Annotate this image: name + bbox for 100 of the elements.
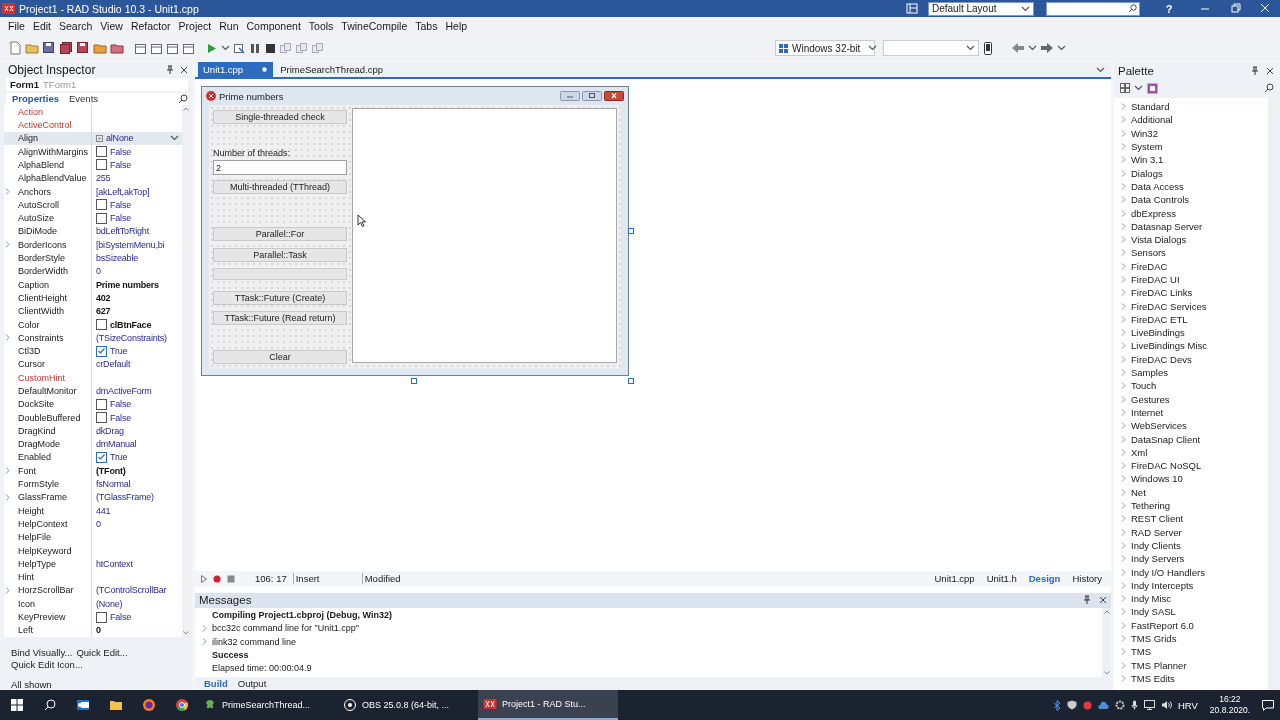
- stop-icon[interactable]: [264, 41, 276, 55]
- property-value[interactable]: False: [110, 399, 131, 410]
- property-row[interactable]: Enabled True: [4, 450, 182, 465]
- microphone-icon[interactable]: [1130, 700, 1138, 710]
- object-selector[interactable]: Form1 TForm1: [6, 78, 188, 91]
- folder-icon[interactable]: [108, 698, 123, 712]
- shield-icon[interactable]: [1066, 700, 1077, 710]
- property-row[interactable]: Hint: [4, 570, 182, 584]
- clock[interactable]: 16:22 20.8.2020.: [1209, 694, 1250, 716]
- palette-category[interactable]: FireDAC UI: [1120, 272, 1268, 287]
- palette-category[interactable]: RAD Server: [1120, 525, 1268, 539]
- palette-category[interactable]: Indy Clients: [1120, 538, 1268, 553]
- save-all-icon[interactable]: [59, 41, 73, 55]
- property-row[interactable]: BiDiMode bdLeftToRight: [4, 224, 182, 239]
- menu-item[interactable]: TwineCompile: [337, 20, 412, 32]
- network-icon[interactable]: [1143, 700, 1155, 710]
- palette-category[interactable]: Data Controls: [1120, 193, 1268, 207]
- run-icon[interactable]: [205, 41, 218, 55]
- window-icon[interactable]: [150, 41, 163, 55]
- menu-item[interactable]: Project: [174, 20, 216, 32]
- link[interactable]: Bind Visually...: [11, 647, 73, 658]
- property-row[interactable]: Icon (None): [4, 597, 182, 611]
- editor-tab[interactable]: Unit1.cpp: [198, 62, 274, 77]
- view-tab[interactable]: Unit1.h: [983, 573, 1020, 584]
- menu-item[interactable]: Edit: [28, 20, 55, 32]
- view-tab[interactable]: Unit1.cpp: [931, 573, 978, 584]
- form-button[interactable]: Parallel::Task: [213, 248, 347, 262]
- scrollbar[interactable]: [1268, 98, 1276, 690]
- browser-icon[interactable]: [174, 698, 189, 712]
- messages-tab[interactable]: Build: [201, 678, 231, 689]
- property-row[interactable]: Action: [4, 105, 182, 119]
- inspector-tab[interactable]: Properties: [8, 93, 63, 105]
- palette-category[interactable]: Indy I/O Handlers: [1120, 565, 1268, 579]
- palette-category[interactable]: DataSnap Client: [1120, 432, 1268, 446]
- property-row[interactable]: Constraints (TSizeConstraints): [4, 331, 182, 345]
- component-icon[interactable]: [1147, 82, 1158, 94]
- property-row[interactable]: AutoScroll False: [4, 198, 182, 212]
- palette-category[interactable]: TMS Planner: [1120, 658, 1268, 672]
- layout-icon[interactable]: [906, 3, 918, 14]
- link[interactable]: Quick Edit Icon...: [11, 659, 186, 670]
- pin-icon[interactable]: [1083, 595, 1091, 605]
- palette-category[interactable]: Win32: [1120, 126, 1268, 140]
- palette-category[interactable]: Samples: [1120, 365, 1268, 380]
- window-icon[interactable]: [166, 41, 179, 55]
- view-tab[interactable]: Design: [1025, 573, 1064, 584]
- save-icon[interactable]: [76, 41, 90, 55]
- menu-item[interactable]: Search: [55, 20, 97, 32]
- palette-category[interactable]: FireDAC: [1120, 259, 1268, 273]
- maximize-icon[interactable]: [582, 91, 602, 101]
- palette-category[interactable]: FireDAC NoSQL: [1120, 459, 1268, 473]
- palette-category[interactable]: Net: [1120, 485, 1268, 499]
- selection-handle[interactable]: [628, 228, 634, 234]
- property-value[interactable]: False: [110, 159, 131, 170]
- mail-app-icon[interactable]: [75, 698, 90, 712]
- property-row[interactable]: AlphaBlendValue 255: [4, 171, 182, 185]
- window-icon[interactable]: [182, 41, 195, 55]
- editor-tab[interactable]: PrimeSearchThread.cpp: [275, 62, 389, 77]
- palette-category[interactable]: FireDAC ETL: [1120, 312, 1268, 327]
- taskbar-app[interactable]: PrimeSearchThread...: [198, 690, 338, 720]
- palette-category[interactable]: Indy Misc: [1120, 592, 1268, 606]
- checkbox[interactable]: [96, 611, 107, 623]
- property-row[interactable]: DockSite False: [4, 397, 182, 411]
- property-row[interactable]: ActiveControl: [4, 118, 182, 132]
- step-icon[interactable]: [233, 41, 246, 55]
- close-icon[interactable]: [1266, 67, 1274, 75]
- palette-category[interactable]: FastReport 6.0: [1120, 618, 1268, 632]
- palette-category[interactable]: Gestures: [1120, 392, 1268, 406]
- checkbox[interactable]: [96, 452, 107, 463]
- property-row[interactable]: DefaultMonitor dmActiveForm: [4, 384, 182, 398]
- record-icon[interactable]: [1082, 700, 1092, 710]
- property-row[interactable]: BorderWidth 0: [4, 264, 182, 278]
- property-row[interactable]: HelpFile: [4, 530, 182, 544]
- folder-icon[interactable]: [110, 41, 124, 55]
- form-button[interactable]: TTask::Future (Read return): [213, 311, 347, 325]
- property-value[interactable]: False: [110, 612, 131, 623]
- grid-view-icon[interactable]: [1120, 83, 1130, 93]
- checkbox[interactable]: [96, 412, 107, 424]
- link[interactable]: Quick Edit...: [76, 647, 128, 658]
- menu-item[interactable]: Refactor: [126, 20, 175, 32]
- messages-tab[interactable]: Output: [234, 678, 270, 689]
- input-field[interactable]: 2: [213, 160, 347, 175]
- bluetooth-icon[interactable]: [1052, 699, 1061, 711]
- form-button[interactable]: Parallel::For: [213, 227, 347, 241]
- taskbar-app[interactable]: OBS 25.0.8 (64-bit, ...: [338, 690, 478, 720]
- palette-category[interactable]: Indy SASL: [1120, 605, 1268, 619]
- palette-category[interactable]: dbExpress: [1120, 206, 1268, 220]
- property-row[interactable]: AlphaBlend False: [4, 158, 182, 172]
- menu-item[interactable]: View: [96, 20, 127, 32]
- checkbox[interactable]: [96, 212, 107, 224]
- property-row[interactable]: Caption Prime numbers: [4, 278, 182, 292]
- selection-handle[interactable]: [411, 378, 417, 384]
- palette-category[interactable]: Indy Servers: [1120, 552, 1268, 566]
- forward-arrow-icon[interactable]: [1040, 42, 1054, 54]
- search-field[interactable]: [1046, 1, 1140, 16]
- property-row[interactable]: KeyPreview False: [4, 610, 182, 624]
- palette-category[interactable]: Data Access: [1120, 179, 1268, 194]
- property-row[interactable]: AlignWithMargins False: [4, 145, 182, 159]
- property-row[interactable]: FormStyle fsNormal: [4, 477, 182, 491]
- windows-logo-icon[interactable]: [10, 699, 23, 711]
- record-icon[interactable]: [213, 574, 221, 583]
